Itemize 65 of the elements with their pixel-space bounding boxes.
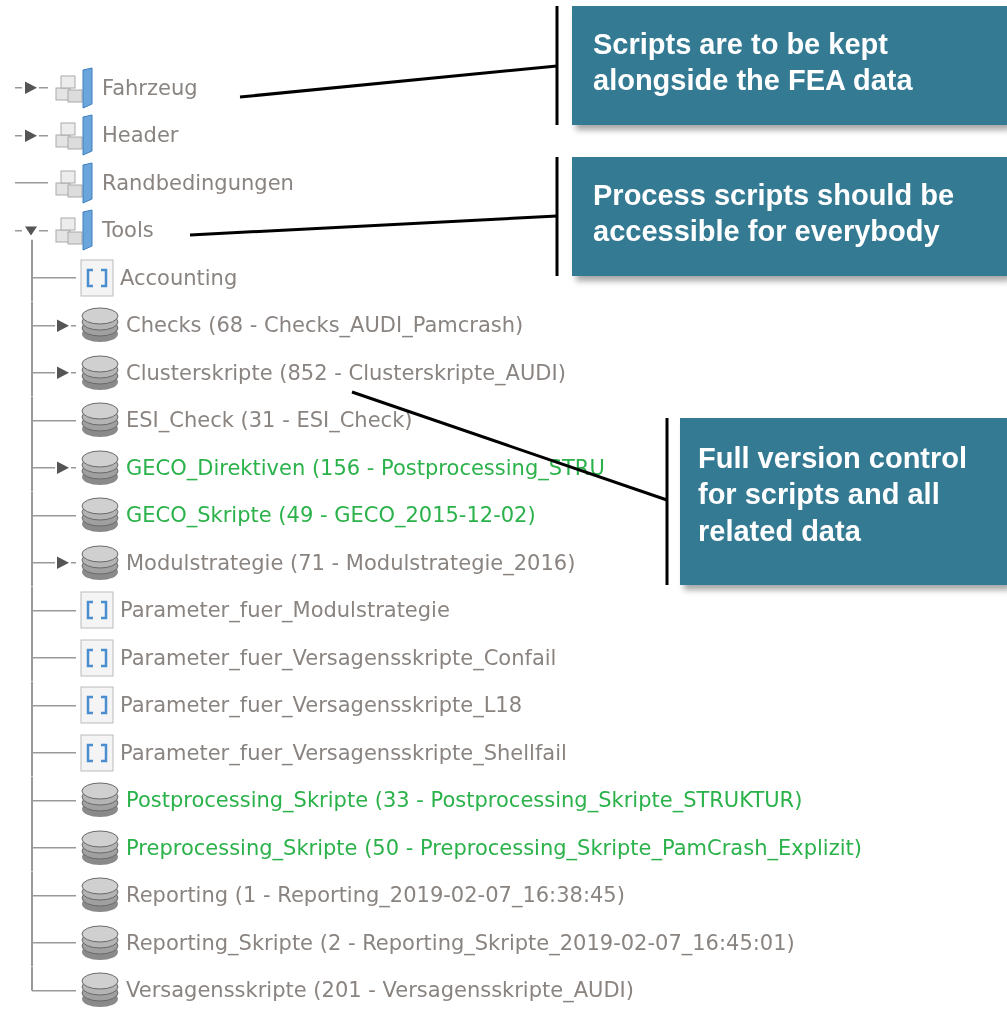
tree-item-label[interactable]: GECO_Skripte (49 - GECO_2015-12-02): [126, 503, 536, 528]
database-icon: [80, 543, 120, 582]
tree-item-label[interactable]: Accounting: [120, 265, 238, 290]
tree-item-label[interactable]: Checks (68 - Checks_AUDI_Pamcrash): [126, 313, 524, 338]
tree-connector-line: [31, 539, 77, 587]
tree-connector-line: [14, 134, 49, 136]
database-icon: [80, 828, 120, 867]
callout-note: Full version control for scripts and all related data: [680, 418, 1007, 585]
tree-connector-line: [31, 396, 77, 444]
expand-arrow-icon[interactable]: [57, 366, 69, 379]
package-icon: [52, 160, 96, 205]
brackets-icon: [80, 591, 114, 630]
callout-note: Scripts are to be kept alongside the FEA data: [572, 6, 1007, 125]
expand-arrow-icon[interactable]: [57, 461, 69, 474]
expand-arrow-icon[interactable]: [57, 319, 69, 332]
tree-connector-line: [31, 776, 77, 824]
tree-connector-line: [31, 491, 77, 539]
tree-connector-line: [31, 634, 77, 682]
tree-item-label[interactable]: Modulstrategie (71 - Modulstrategie_2016): [126, 550, 576, 575]
database-icon: [80, 401, 120, 440]
tree-connector-line: [31, 871, 77, 919]
tree-connector-line: [14, 87, 49, 89]
tree-connector-line: [31, 729, 77, 777]
tree-item-label[interactable]: Randbedingungen: [102, 170, 294, 195]
tree-connector-line: [31, 301, 77, 349]
tree-item-label[interactable]: Parameter_fuer_Versagensskripte_L18: [120, 693, 523, 718]
tree-connector-line: [31, 681, 77, 729]
package-icon: [52, 65, 96, 110]
tree-item-label[interactable]: Reporting_Skripte (2 - Reporting_Skripte_2019-02-07_16:45:01): [126, 930, 795, 955]
expand-arrow-icon[interactable]: [57, 556, 69, 569]
database-icon: [80, 306, 120, 345]
tree-item-label[interactable]: Preprocessing_Skripte (50 - Preprocessing_Skripte_PamCrash_Explizit): [126, 835, 862, 860]
brackets-icon: [80, 686, 114, 725]
tree-connector-line: [31, 586, 77, 634]
database-icon: [80, 353, 120, 392]
brackets-icon: [80, 258, 114, 297]
database-icon: [80, 923, 120, 962]
callout-note: Process scripts should be accessible for everybody: [572, 157, 1007, 276]
package-icon: [52, 113, 96, 158]
expand-arrow-icon[interactable]: [25, 81, 37, 94]
collapse-arrow-icon[interactable]: [25, 226, 37, 235]
brackets-icon: [80, 638, 114, 677]
tree-item-label[interactable]: Header: [102, 123, 179, 148]
tree-item-label[interactable]: Tools: [102, 218, 154, 243]
database-icon: [80, 781, 120, 820]
database-icon: [80, 496, 120, 535]
package-icon: [52, 208, 96, 253]
tree-connector-line: [31, 824, 77, 872]
tree-connector-line: [31, 349, 77, 397]
tree-item-label[interactable]: Postprocessing_Skripte (33 - Postprocessing_Skripte_STRUKTUR): [126, 788, 803, 813]
tree-item-label[interactable]: ESI_Check (31 - ESI_Check): [126, 408, 413, 433]
tree-item-label[interactable]: Parameter_fuer_Versagensskripte_Shellfail: [120, 740, 567, 765]
expand-arrow-icon[interactable]: [25, 129, 37, 142]
tree-item-label[interactable]: Versagensskripte (201 - Versagensskripte_AUDI): [126, 978, 634, 1003]
database-icon: [80, 448, 120, 487]
tree-connector-line: [14, 182, 49, 184]
database-icon: [80, 971, 120, 1010]
tree-item-label[interactable]: Parameter_fuer_Modulstrategie: [120, 598, 450, 623]
brackets-icon: [80, 733, 114, 772]
tree-item-label[interactable]: Parameter_fuer_Versagensskripte_Confail: [120, 645, 557, 670]
tree-item-label[interactable]: Reporting (1 - Reporting_2019-02-07_16:38:45): [126, 883, 625, 908]
database-icon: [80, 876, 120, 915]
tree-item-label[interactable]: Clusterskripte (852 - Clusterskripte_AUDI): [126, 360, 566, 385]
tree-item-label[interactable]: Fahrzeug: [102, 75, 198, 100]
tree-connector-line: [31, 444, 77, 492]
